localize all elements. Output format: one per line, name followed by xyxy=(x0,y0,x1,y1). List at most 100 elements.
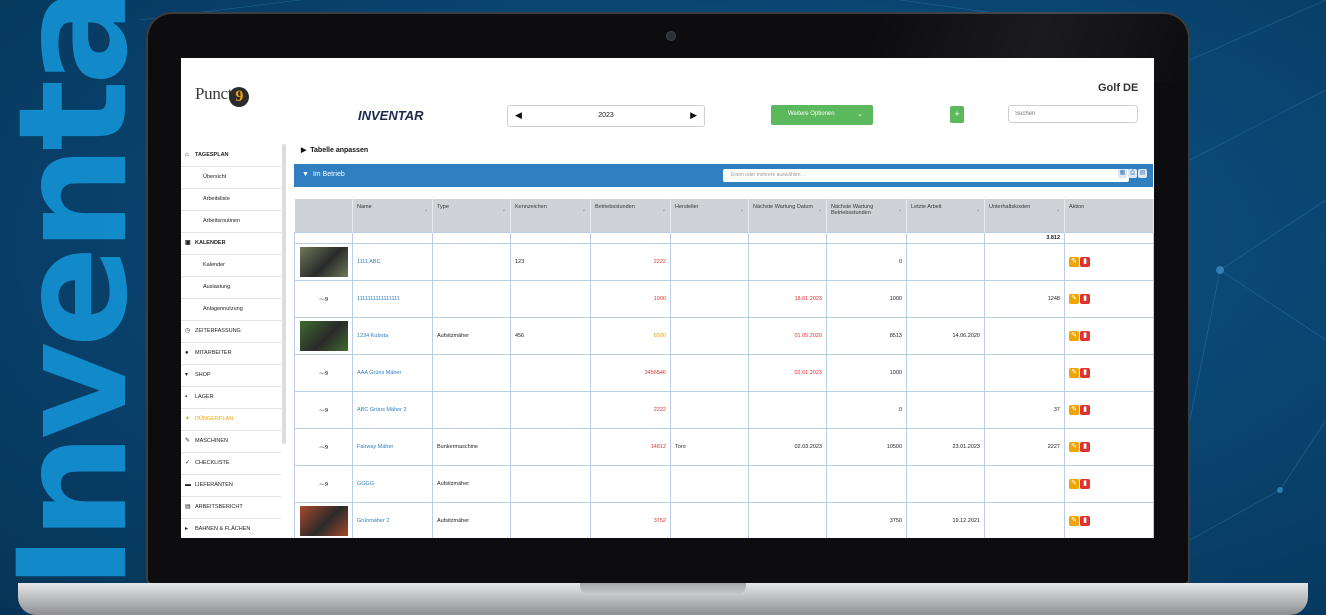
delete-icon[interactable]: ▮ xyxy=(1080,331,1090,341)
machine-image-cell[interactable]: ⁓9 xyxy=(294,428,353,466)
sum-cell xyxy=(1064,232,1154,244)
table-row[interactable]: 1234 Kubota Aufsitzmäher 456 8500 01.05.2020… xyxy=(294,317,1154,355)
group-header[interactable]: ▼ Im Betrieb Einen oder mehrere auswähle… xyxy=(294,164,1153,187)
maintenance-cost: 2227 xyxy=(984,428,1065,466)
column-header[interactable]: Letzte Arbeit ⌄ xyxy=(906,199,985,233)
logo-text: Punct xyxy=(195,84,233,103)
delete-icon[interactable]: ▮ xyxy=(1080,405,1090,415)
machine-name[interactable]: ABC Grüns Mäher 2 xyxy=(352,391,433,429)
sidebar-item[interactable]: Anlagennutzung xyxy=(181,298,281,321)
edit-icon[interactable]: ✎ xyxy=(1069,331,1079,341)
sidebar-item[interactable]: Kalender xyxy=(181,254,281,277)
sidebar-item[interactable]: Arbeitsliste xyxy=(181,188,281,211)
sort-icon[interactable]: ⌄ xyxy=(662,207,666,213)
machine-name[interactable]: 1111111111111111 xyxy=(352,280,433,318)
table-row[interactable]: ⁓9 AAA Grüns Mäher 3456546 02.01.2023 1000 ✎ ▮ xyxy=(294,354,1154,392)
table-row[interactable]: Grünmäher 2 Aufsitzmäher 3752 3750 19.12.202… xyxy=(294,502,1154,538)
column-header[interactable]: Aktion xyxy=(1064,199,1154,233)
delete-icon[interactable]: ▮ xyxy=(1080,294,1090,304)
machine-name[interactable]: 1111 ABC xyxy=(352,243,433,281)
sort-icon[interactable]: ⌄ xyxy=(818,207,822,213)
sidebar-item[interactable]: ▸ BAHNEN & FLÄCHEN xyxy=(181,518,281,538)
column-header[interactable]: Kennzeichen ⌄ xyxy=(510,199,591,233)
sidebar-item[interactable]: Arbeitsroutinen xyxy=(181,210,281,233)
column-header[interactable]: Name ⌄ xyxy=(352,199,433,233)
machine-image-cell[interactable] xyxy=(294,317,353,355)
delete-icon[interactable]: ▮ xyxy=(1080,516,1090,526)
column-header[interactable]: Type ⌄ xyxy=(432,199,511,233)
group-filter-select[interactable]: Einen oder mehrere auswählen ... ▾ xyxy=(723,169,1129,182)
sidebar-item[interactable]: ▣ KALENDER xyxy=(181,232,281,255)
machine-image-cell[interactable]: ⁓9 xyxy=(294,391,353,429)
sidebar-item[interactable]: Auslastung xyxy=(181,276,281,299)
column-header[interactable]: Hersteller ⌄ xyxy=(670,199,749,233)
sidebar-item[interactable]: ▪ LAGER xyxy=(181,386,281,409)
edit-icon[interactable]: ✎ xyxy=(1069,294,1079,304)
machine-image-cell[interactable]: ⁓9 xyxy=(294,354,353,392)
machine-image-cell[interactable]: ⁓9 xyxy=(294,280,353,318)
placeholder-logo-icon: ⁓9 xyxy=(319,407,328,414)
table-row[interactable]: ⁓9 ABC Grüns Mäher 2 2222 0 37 ✎ ▮ xyxy=(294,391,1154,429)
machine-name[interactable]: Fairway Mäher xyxy=(352,428,433,466)
sort-icon[interactable]: ⌄ xyxy=(740,207,744,213)
sort-icon[interactable]: ⌄ xyxy=(1056,207,1060,213)
edit-icon[interactable]: ✎ xyxy=(1069,368,1079,378)
machine-name[interactable]: GGGG xyxy=(352,465,433,503)
delete-icon[interactable]: ▮ xyxy=(1080,442,1090,452)
table-row[interactable]: ⁓9 Fairway Mäher Bunkermaschine 14812 Toro 02… xyxy=(294,428,1154,466)
sidebar-item[interactable]: ✎ MASCHINEN xyxy=(181,430,281,453)
machine-name[interactable]: AAA Grüns Mäher xyxy=(352,354,433,392)
machine-image-cell[interactable]: ⁓9 xyxy=(294,465,353,503)
column-header[interactable]: Nächste Wartung Betriebsstunden ⌄ xyxy=(826,199,907,233)
sidebar-item[interactable]: Übersicht xyxy=(181,166,281,189)
group-toggle[interactable]: ▼ Im Betrieb xyxy=(302,171,345,178)
sidebar-item[interactable]: ◷ ZEITERFASSUNG xyxy=(181,320,281,343)
club-name[interactable]: Golf DE xyxy=(1098,82,1138,94)
column-header[interactable]: Unterhaltskosten ⌄ xyxy=(984,199,1065,233)
sidebar-item[interactable]: ✦ DÜNGERPLAN xyxy=(181,408,281,431)
sidebar-item[interactable]: ▾ SHOP xyxy=(181,364,281,387)
table-row[interactable]: ⁓9 GGGG Aufsitzmäher ✎ ▮ xyxy=(294,465,1154,503)
export-icon[interactable]: ▦ xyxy=(1118,169,1127,178)
app-logo[interactable]: Punct 9 xyxy=(195,84,250,107)
machine-name[interactable]: 1234 Kubota xyxy=(352,317,433,355)
sidebar-item[interactable]: ⌂ TAGESPLAN xyxy=(181,144,281,167)
next-service-date xyxy=(748,243,827,281)
sidebar-item[interactable]: ▬ LIEFERANTEN xyxy=(181,474,281,497)
edit-icon[interactable]: ✎ xyxy=(1069,516,1079,526)
edit-icon[interactable]: ✎ xyxy=(1069,405,1079,415)
edit-icon[interactable]: ✎ xyxy=(1069,442,1079,452)
delete-icon[interactable]: ▮ xyxy=(1080,257,1090,267)
truck-icon: ▬ xyxy=(185,482,191,488)
machine-image-cell[interactable] xyxy=(294,243,353,281)
table-row[interactable]: ⁓9 1111111111111111 1900 18.01.2023 1000 1248… xyxy=(294,280,1154,318)
sort-icon[interactable]: ⌄ xyxy=(424,207,428,213)
sort-icon[interactable]: ⌄ xyxy=(582,207,586,213)
edit-icon[interactable]: ✎ xyxy=(1069,479,1079,489)
delete-icon[interactable]: ▮ xyxy=(1080,479,1090,489)
next-year-icon[interactable]: ▶ xyxy=(690,110,697,121)
sidebar-item[interactable]: ✓ CHECKLISTE xyxy=(181,452,281,475)
column-header[interactable]: Nächste Wartung Datum ⌄ xyxy=(748,199,827,233)
search-input[interactable] xyxy=(1008,105,1138,123)
machine-name[interactable]: Grünmäher 2 xyxy=(352,502,433,538)
column-header[interactable]: Betriebsstunden ⌄ xyxy=(590,199,671,233)
add-item-button[interactable]: + xyxy=(950,106,964,123)
excel-icon[interactable]: ▤ xyxy=(1138,169,1147,178)
sort-icon[interactable]: ⌄ xyxy=(976,207,980,213)
sidebar-item[interactable]: ▤ ARBEITSBERICHT xyxy=(181,496,281,519)
inventory-table: Name ⌄ Type ⌄ Kennzeichen ⌄ Betriebsstunden ⌄ He… xyxy=(294,199,1154,538)
machine-image-cell[interactable] xyxy=(294,502,353,538)
customize-table-toggle[interactable]: ▶ Tabelle anpassen xyxy=(301,146,368,154)
sidebar-item[interactable]: ● MITARBEITER xyxy=(181,342,281,365)
sort-icon[interactable]: ⌄ xyxy=(502,207,506,213)
more-options-button[interactable]: Weitere Optionen ⌄ xyxy=(771,105,873,125)
edit-icon[interactable]: ✎ xyxy=(1069,257,1079,267)
sidebar-scrollbar[interactable] xyxy=(282,144,286,444)
actions-cell: ✎ ▮ xyxy=(1064,280,1154,318)
sort-icon[interactable]: ⌄ xyxy=(898,207,902,213)
delete-icon[interactable]: ▮ xyxy=(1080,368,1090,378)
print-icon[interactable]: ⎙ xyxy=(1128,169,1137,178)
column-header[interactable] xyxy=(294,199,353,233)
table-row[interactable]: 1111 ABC 123 2222 0 ✎ ▮ xyxy=(294,243,1154,281)
